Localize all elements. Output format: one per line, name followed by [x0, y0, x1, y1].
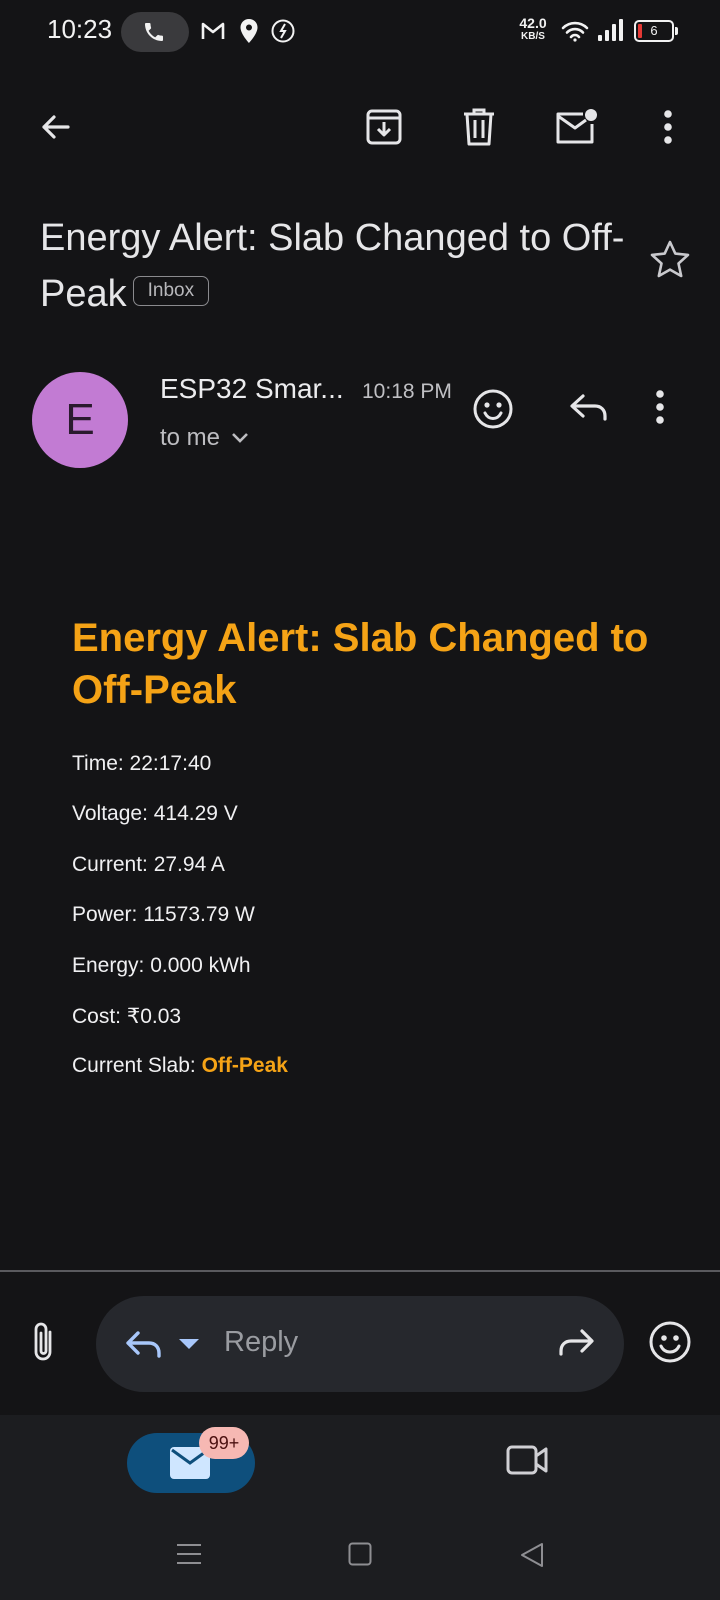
more-vert-icon [656, 390, 664, 424]
video-camera-icon [506, 1445, 548, 1475]
email-subject-text: Energy Alert: Slab Changed to Off-Peak [40, 217, 625, 315]
attach-button[interactable] [28, 1320, 58, 1364]
message-more-button[interactable] [655, 390, 665, 424]
clock-icon [271, 19, 295, 43]
body-slab-value: Off-Peak [201, 1054, 288, 1077]
delete-button[interactable] [455, 103, 503, 151]
forward-button[interactable] [556, 1326, 596, 1360]
body-slab: Current Slab: Off-Peak [72, 1054, 288, 1078]
back-button[interactable] [31, 103, 79, 151]
recipient-details-toggle[interactable]: to me [160, 424, 250, 452]
battery-icon: 6 [634, 20, 674, 42]
divider [0, 1270, 720, 1272]
body-power: Power: 11573.79 W [72, 903, 255, 926]
battery-level: 6 [650, 23, 658, 38]
body-energy: Energy: 0.000 kWh [72, 954, 251, 977]
sender-name[interactable]: ESP32 Smar... [160, 373, 344, 405]
avatar[interactable]: E [32, 372, 128, 468]
reply-icon [126, 1331, 161, 1358]
body-voltage: Voltage: 414.29 V [72, 802, 238, 825]
body-heading: Energy Alert: Slab Changed to Off-Peak [72, 616, 649, 712]
mark-unread-icon [556, 109, 597, 144]
network-speed-value: 42.0 [519, 15, 547, 31]
recipient-text: to me [160, 424, 221, 451]
star-icon [650, 240, 690, 278]
reply-button[interactable] [568, 390, 610, 426]
more-options-button[interactable] [644, 103, 692, 151]
dropdown-arrow-icon[interactable] [178, 1338, 200, 1350]
star-button[interactable] [648, 238, 696, 286]
maps-icon [240, 19, 258, 43]
forward-icon [559, 1329, 594, 1356]
sent-time: 10:18 PM [362, 380, 452, 403]
paperclip-icon [34, 1322, 52, 1361]
system-recents-button[interactable] [176, 1542, 202, 1566]
smiley-icon [473, 389, 513, 429]
reply-icon [570, 394, 607, 421]
archive-button[interactable] [360, 103, 408, 151]
email-subject: Energy Alert: Slab Changed to Off-Peak In… [40, 210, 630, 322]
reply-placeholder: Reply [224, 1326, 299, 1358]
system-back-button[interactable] [520, 1542, 544, 1568]
wifi-icon [561, 21, 589, 42]
mark-unread-button[interactable] [552, 103, 600, 151]
smiley-icon [649, 1321, 691, 1363]
meet-tab[interactable] [505, 1443, 549, 1477]
system-home-button[interactable] [348, 1542, 372, 1566]
ongoing-call-chip[interactable] [121, 12, 189, 52]
unread-count-badge: 99+ [199, 1427, 249, 1459]
emoji-reaction-button-bottom[interactable] [648, 1320, 692, 1364]
emoji-reaction-button[interactable] [472, 388, 514, 430]
network-speed: 42.0 KB/S [516, 15, 550, 43]
signal-icon [598, 19, 623, 41]
delete-icon [464, 108, 494, 146]
reply-box[interactable]: Reply [96, 1296, 624, 1392]
status-time: 10:23 [47, 14, 113, 44]
more-vert-icon [664, 110, 672, 144]
back-triangle-icon [521, 1543, 543, 1567]
home-square-icon [348, 1542, 372, 1566]
chevron-down-icon [232, 433, 248, 443]
body-cost: Cost: ₹0.03 [72, 1005, 182, 1028]
back-arrow-icon [42, 115, 70, 139]
body-current: Current: 27.94 A [72, 853, 225, 876]
body-time: Time: 22:17:40 [72, 752, 212, 775]
inbox-label-chip[interactable]: Inbox [132, 275, 210, 306]
archive-icon [366, 109, 402, 145]
gmail-icon [201, 22, 225, 39]
bottom-navigation [0, 1415, 720, 1600]
body-slab-label: Current Slab: [72, 1054, 202, 1077]
phone-icon [145, 23, 163, 41]
network-speed-unit: KB/S [521, 31, 545, 42]
menu-icon [177, 1544, 201, 1564]
